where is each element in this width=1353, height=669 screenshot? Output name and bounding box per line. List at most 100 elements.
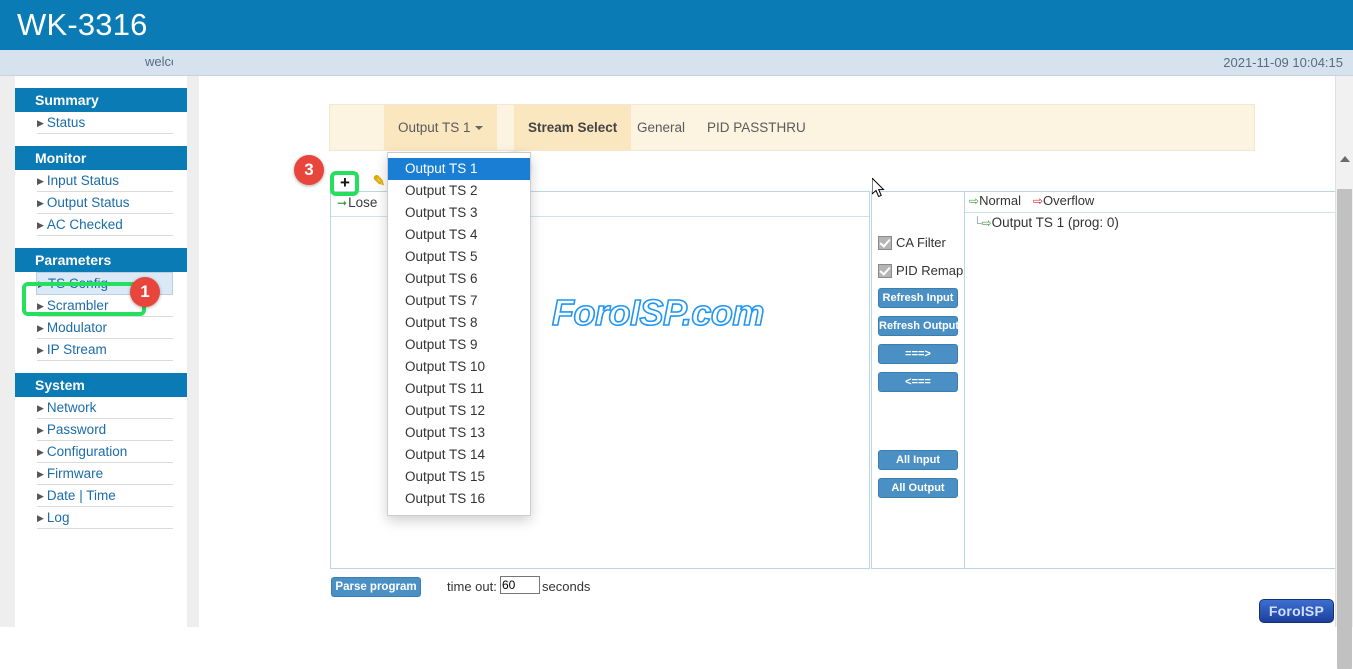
sidebar-item-output-status[interactable]: ▶Output Status [37,192,173,214]
clock-display: 2021-11-09 10:04:15 [1223,55,1343,70]
sidebar-item-label: Output Status [47,195,130,210]
arrow-normal-icon: ⇨ [982,216,990,230]
app-title: WK-3316 [17,7,148,43]
sidebar-item-firmware[interactable]: ▶Firmware [37,463,173,485]
refresh-output-button[interactable]: Refresh Output [878,316,958,336]
chevron-down-icon [475,126,483,130]
step-badge-3: 3 [294,155,324,185]
triangle-right-icon: ▶ [38,279,45,289]
tab-bar: Output TS 1 Stream Select General PID PA… [329,104,1255,151]
tab-label: General [637,120,685,135]
sidebar-item-configuration[interactable]: ▶Configuration [37,441,173,463]
tab-pid-passthru[interactable]: PID PASSTHRU [693,105,820,150]
sidebar-nav: Summary ▶Status Monitor ▶Input Status ▶O… [15,76,187,627]
triangle-right-icon: ▶ [37,176,44,186]
welcome-text: welcome [145,54,173,72]
sidebar-item-label: Modulator [47,320,107,335]
step-badge-1: 1 [130,277,160,307]
sidebar-item-label: AC Checked [47,217,123,232]
sub-bar: welcome 2021-11-09 10:04:15 [0,50,1353,76]
checkbox-ca-filter[interactable]: CA Filter [878,235,964,250]
tree-row-label: Output TS 1 (prog: 0) [992,215,1119,230]
arrow-overflow-icon: ⇨ [1033,194,1041,208]
dropdown-option-ts-5[interactable]: Output TS 5 [388,246,530,268]
refresh-input-button[interactable]: Refresh Input [878,288,958,308]
dropdown-option-ts-14[interactable]: Output TS 14 [388,444,530,466]
dropdown-option-ts-8[interactable]: Output TS 8 [388,312,530,334]
triangle-right-icon: ▶ [37,118,44,128]
arrow-right-green-icon: ➞ [337,196,347,210]
tab-stream-select[interactable]: Stream Select [514,105,631,150]
legend-overflow-label: Overflow [1043,193,1094,208]
dropdown-option-ts-1[interactable]: Output TS 1 [388,158,530,180]
sidebar-item-ip-stream[interactable]: ▶IP Stream [37,339,173,361]
vertical-scrollbar-track[interactable] [1335,76,1353,627]
tab-general[interactable]: General [623,105,699,150]
triangle-right-icon: ▶ [37,198,44,208]
output-stream-panel: ⇨Normal⇨Overflow └⇨Output TS 1 (prog: 0) [964,191,1346,569]
tree-legend: ⇨Normal⇨Overflow [965,192,1345,213]
move-left-button[interactable]: <=== [878,372,958,392]
parse-program-button[interactable]: Parse program [331,577,421,597]
sidebar-item-label: TS Config [48,276,108,291]
timeout-label: time out: [447,579,497,594]
dropdown-option-ts-15[interactable]: Output TS 15 [388,466,530,488]
dropdown-option-ts-9[interactable]: Output TS 9 [388,334,530,356]
sidebar-item-password[interactable]: ▶Password [37,419,173,441]
sidebar-item-status[interactable]: ▶Status [37,112,173,134]
sidebar-item-label: Password [47,422,106,437]
tab-label: Output TS 1 [398,120,471,135]
sidebar-item-log[interactable]: ▶Log [37,507,173,529]
sidebar-item-label: Log [47,510,70,525]
output-ts-dropdown-menu[interactable]: Output TS 1 Output TS 2 Output TS 3 Outp… [387,152,531,516]
dropdown-option-ts-10[interactable]: Output TS 10 [388,356,530,378]
triangle-right-icon: ▶ [37,220,44,230]
sidebar-item-label: IP Stream [47,342,107,357]
sidebar-group-system: System [15,373,187,397]
sidebar-item-network[interactable]: ▶Network [37,397,173,419]
sidebar-item-ac-checked[interactable]: ▶AC Checked [37,214,173,236]
lose-status: ➞Lose [337,195,377,210]
sidebar-item-input-status[interactable]: ▶Input Status [37,170,173,192]
all-output-button[interactable]: All Output [878,478,958,498]
vertical-scrollbar-thumb[interactable] [1337,189,1352,669]
tree-row[interactable]: └⇨Output TS 1 (prog: 0) [965,213,1345,230]
dropdown-option-ts-3[interactable]: Output TS 3 [388,202,530,224]
seconds-label: seconds [542,579,590,594]
checkbox-label: PID Remap [896,263,963,278]
scroll-up-arrow-icon[interactable] [1340,156,1350,162]
tab-output-ts-selector[interactable]: Output TS 1 [384,105,497,150]
triangle-right-icon: ▶ [37,301,44,311]
sidebar-item-modulator[interactable]: ▶Modulator [37,317,173,339]
sidebar-item-label: Network [47,400,97,415]
sidebar-item-label: Configuration [47,444,127,459]
triangle-right-icon: ▶ [37,345,44,355]
sidebar-item-date-time[interactable]: ▶Date | Time [37,485,173,507]
move-right-button[interactable]: ===> [878,344,958,364]
pencil-icon: ✎ [373,173,386,190]
triangle-right-icon: ▶ [37,491,44,501]
checkbox-pid-remap[interactable]: PID Remap [878,263,964,278]
dropdown-option-ts-7[interactable]: Output TS 7 [388,290,530,312]
checkbox-checked-icon[interactable] [878,264,892,278]
arrow-normal-icon: ⇨ [969,194,977,208]
app-header: WK-3316 [0,0,1353,50]
triangle-right-icon: ▶ [37,425,44,435]
legend-normal-label: Normal [979,193,1021,208]
sidebar-group-summary: Summary [15,88,187,112]
dropdown-option-ts-12[interactable]: Output TS 12 [388,400,530,422]
all-input-button[interactable]: All Input [878,450,958,470]
dropdown-option-ts-4[interactable]: Output TS 4 [388,224,530,246]
dropdown-option-ts-16[interactable]: Output TS 16 [388,488,530,510]
dropdown-option-ts-13[interactable]: Output TS 13 [388,422,530,444]
checkbox-label: CA Filter [896,235,946,250]
checkbox-checked-icon[interactable] [878,236,892,250]
dropdown-option-ts-2[interactable]: Output TS 2 [388,180,530,202]
dropdown-option-ts-6[interactable]: Output TS 6 [388,268,530,290]
triangle-right-icon: ▶ [37,403,44,413]
timeout-input[interactable] [500,576,540,594]
plus-icon: + [340,173,350,192]
dropdown-option-ts-11[interactable]: Output TS 11 [388,378,530,400]
triangle-right-icon: ▶ [37,469,44,479]
sidebar-group-monitor: Monitor [15,146,187,170]
